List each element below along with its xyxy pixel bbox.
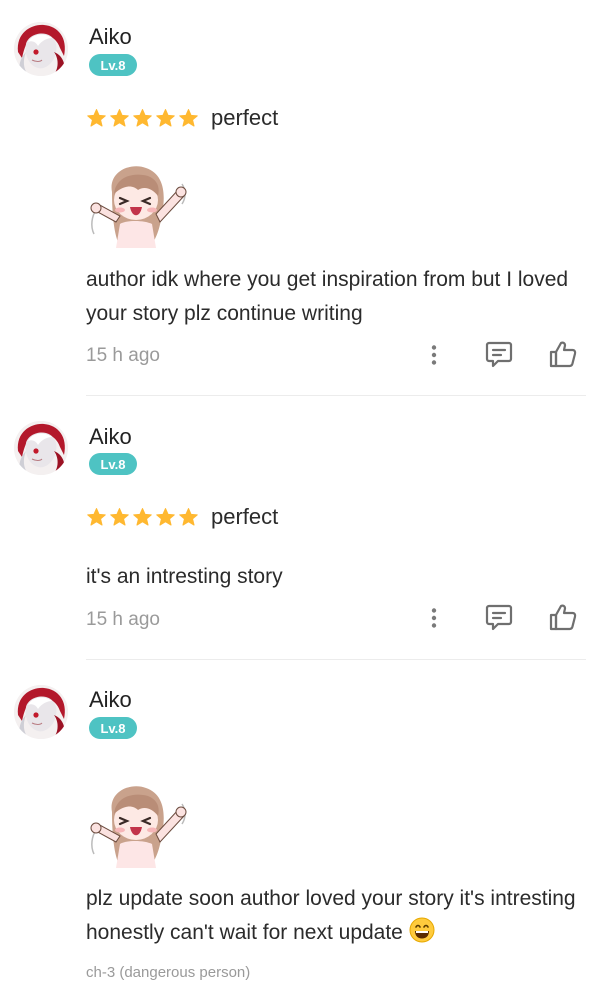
more-vertical-icon — [422, 606, 446, 630]
star-icon — [109, 108, 130, 129]
divider — [86, 395, 586, 396]
sticker-image — [86, 164, 190, 248]
reply-button[interactable] — [482, 600, 516, 634]
thumbs-up-icon — [548, 339, 578, 369]
reply-button[interactable] — [482, 337, 516, 371]
sticker-image — [86, 784, 190, 868]
rating: perfect — [86, 105, 278, 131]
comment-text-content: plz update soon author loved your story … — [86, 887, 576, 944]
comment-text: plz update soon author loved your story … — [86, 882, 576, 950]
avatar-image — [14, 22, 68, 76]
more-vertical-icon — [422, 343, 446, 367]
star-icon — [86, 507, 107, 528]
username[interactable]: Aiko — [89, 687, 132, 713]
thumbs-up-icon — [548, 602, 578, 632]
username[interactable]: Aiko — [89, 424, 132, 450]
avatar-image — [14, 685, 68, 739]
star-icon — [132, 507, 153, 528]
star-icon — [86, 108, 107, 129]
rating: perfect — [86, 504, 278, 530]
reply-comment-icon — [484, 339, 514, 369]
timestamp: 15 h ago — [86, 609, 160, 630]
grinning-face-icon — [409, 917, 435, 943]
comment-text: author idk where you get inspiration fro… — [86, 268, 569, 325]
rating-text: perfect — [211, 504, 279, 529]
star-icon — [155, 108, 176, 129]
level-badge: Lv.8 — [89, 453, 137, 475]
star-icon — [155, 507, 176, 528]
star-icon — [132, 108, 153, 129]
star-icon — [178, 507, 199, 528]
reply-comment-icon — [484, 602, 514, 632]
like-button[interactable] — [546, 337, 580, 371]
star-icon — [109, 507, 130, 528]
avatar[interactable] — [14, 22, 68, 76]
more-options-button[interactable] — [417, 601, 451, 635]
timestamp: 15 h ago — [86, 345, 160, 366]
divider — [86, 659, 586, 660]
avatar[interactable] — [14, 685, 68, 739]
level-badge: Lv.8 — [89, 717, 137, 739]
avatar-image — [14, 421, 68, 475]
like-button[interactable] — [546, 600, 580, 634]
chapter-reference[interactable]: ch-3 (dangerous person) — [86, 964, 250, 981]
star-icon — [178, 108, 199, 129]
avatar[interactable] — [14, 421, 68, 475]
rating-text: perfect — [211, 105, 279, 130]
username[interactable]: Aiko — [89, 24, 132, 50]
comment-text: it's an intresting story — [86, 565, 283, 588]
level-badge: Lv.8 — [89, 54, 137, 76]
more-options-button[interactable] — [417, 338, 451, 372]
